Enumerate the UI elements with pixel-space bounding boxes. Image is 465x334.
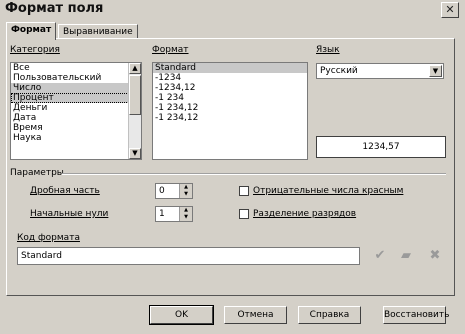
decimal-places-label: Дробная часть [30,186,100,196]
window-title: Формат поля [5,1,104,16]
format-item[interactable]: -1 234 [153,93,307,103]
format-code-input[interactable]: Standard [17,247,360,265]
note-icon[interactable]: ▰ [396,247,416,265]
scroll-up-icon[interactable]: ▲ [129,63,141,74]
format-item[interactable]: -1234 [153,73,307,83]
category-list[interactable]: Все Пользовательский Число Процент Деньг… [10,62,142,160]
language-value: Русский [320,66,358,76]
title-bar: Формат поля ✕ [0,0,465,20]
thousands-separator-checkbox[interactable] [239,209,249,219]
negative-red-label: Отрицательные числа красным [253,186,404,196]
chevron-down-icon[interactable]: ▼ [429,65,442,77]
ok-button[interactable]: OK [149,305,214,325]
help-button[interactable]: Справка [298,306,361,324]
spin-down-icon[interactable]: ▼ [180,191,192,198]
category-item[interactable]: Процент [11,93,141,103]
format-preview: 1234,57 [316,136,446,158]
close-icon: ✕ [445,3,455,16]
spin-down-icon[interactable]: ▼ [180,214,192,221]
negative-red-checkbox[interactable] [239,186,249,196]
format-item[interactable]: -1234,12 [153,83,307,93]
scroll-down-icon[interactable]: ▼ [129,148,141,159]
spin-up-icon[interactable]: ▲ [180,184,192,191]
options-divider [62,173,446,175]
format-code-value: Standard [21,251,62,261]
category-item[interactable]: Время [11,123,141,133]
decimal-places-stepper[interactable]: 0 ▲ ▼ [155,183,193,199]
tab-alignment[interactable]: Выравнивание [58,24,138,39]
category-item[interactable]: Дата [11,113,141,123]
language-select[interactable]: Русский ▼ [316,63,444,79]
category-scrollbar[interactable]: ▲ ▼ [128,63,141,159]
scroll-thumb[interactable] [129,75,141,115]
leading-zeros-stepper[interactable]: 1 ▲ ▼ [155,206,193,222]
thousands-separator-label: Разделение разрядов [253,209,357,219]
category-item[interactable]: Деньги [11,103,141,113]
reset-button[interactable]: Восстановить [383,306,449,324]
format-item[interactable]: -1 234,12 [153,103,307,113]
delete-icon[interactable]: ✖ [425,247,445,265]
category-item[interactable]: Пользовательский [11,73,141,83]
format-label: Формат [152,45,189,55]
category-item[interactable]: Число [11,83,141,93]
format-list[interactable]: Standard -1234 -1234,12 -1 234 -1 234,12… [152,62,308,160]
cancel-button[interactable]: Отмена [224,306,287,324]
format-item[interactable]: Standard [153,63,307,73]
category-item[interactable]: Наука [11,133,141,143]
leading-zeros-label: Начальные нули [30,209,109,219]
check-icon[interactable]: ✔ [370,247,390,265]
language-label: Язык [316,45,340,55]
format-code-label: Код формата [17,233,80,243]
category-label: Категория [10,45,60,55]
spin-up-icon[interactable]: ▲ [180,207,192,214]
tab-format[interactable]: Формат [6,22,57,40]
category-item[interactable]: Все [11,63,141,73]
decimal-places-value: 0 [159,186,165,196]
options-label: Параметры [10,168,64,178]
format-item[interactable]: -1 234,12 [153,113,307,123]
close-button[interactable]: ✕ [441,2,459,18]
leading-zeros-value: 1 [159,209,165,219]
